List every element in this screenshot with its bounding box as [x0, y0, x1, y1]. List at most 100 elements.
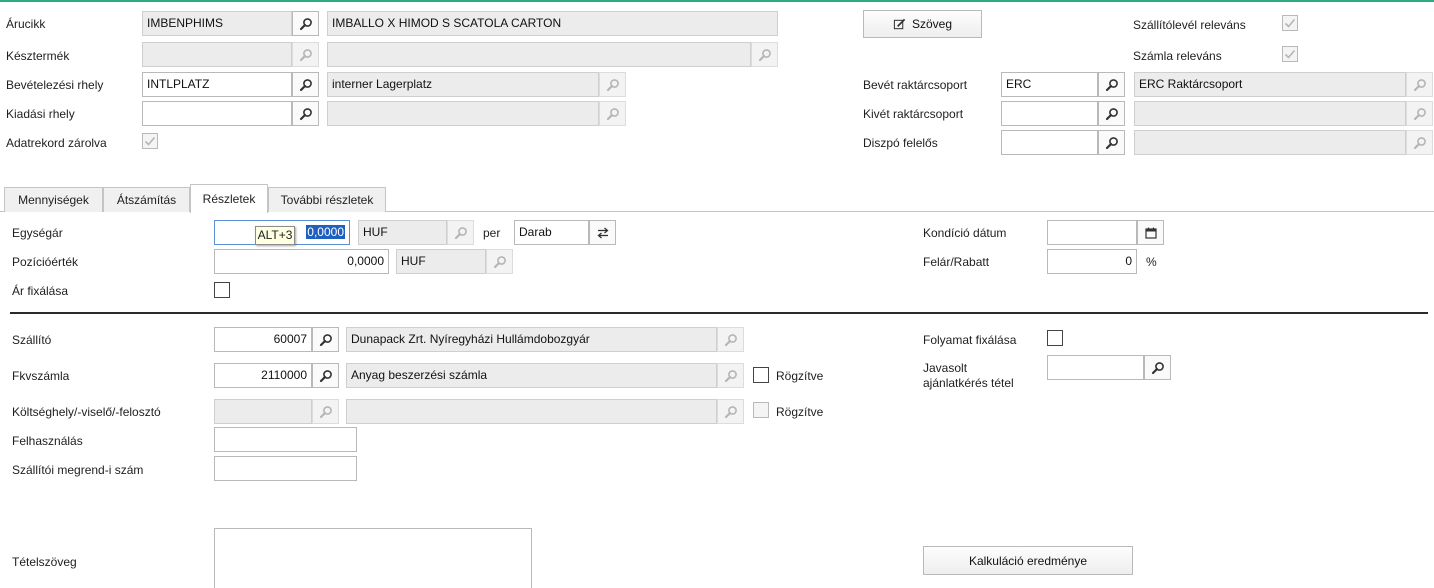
shortcut-tooltip: ALT+3 [255, 226, 295, 245]
koltseghely-desc-lookup-button[interactable] [717, 399, 744, 424]
tab-tovabbi-reszletek[interactable]: További részletek [268, 187, 386, 212]
top-accent-line [0, 0, 1434, 2]
fkvszamla-desc-lookup-button[interactable] [717, 363, 744, 388]
magnifier-icon [1413, 78, 1427, 92]
szallito-desc-field[interactable]: Dunapack Zrt. Nyíregyházi Hullámdobozgyá… [346, 327, 717, 352]
label-felar-rabatt: Felár/Rabatt [923, 255, 990, 269]
kiad-hely-desc-lookup-button[interactable] [599, 101, 626, 126]
magnifier-icon [1151, 361, 1165, 375]
bev-hely-code-field[interactable]: INTLPLATZ [142, 72, 292, 97]
szallito-desc-lookup-button[interactable] [717, 327, 744, 352]
koltseghely-code-field[interactable] [214, 399, 312, 424]
koltseghely-lookup-button[interactable] [312, 399, 339, 424]
checkmark-icon [1284, 48, 1296, 60]
label-fkvszamla-rogzitve: Rögzítve [776, 369, 824, 383]
javasolt-ajanlatkeres-lookup-button[interactable] [1144, 355, 1171, 380]
szallito-lookup-button[interactable] [312, 327, 339, 352]
kiad-hely-desc-field[interactable] [327, 101, 599, 126]
felhasznalas-field[interactable] [214, 427, 357, 452]
bevet-csop-desc-lookup-button[interactable] [1406, 72, 1433, 97]
fkvszamla-desc-field[interactable]: Anyag beszerzési számla [346, 363, 717, 388]
szallito-code-field[interactable]: 60007 [214, 327, 312, 352]
swap-icon [596, 226, 610, 240]
magnifier-icon [758, 48, 772, 62]
kesztermek-lookup-button[interactable] [292, 42, 319, 67]
tab-atszamitas[interactable]: Átszámítás [103, 187, 190, 212]
kalkulacio-button-label: Kalkuláció eredménye [968, 553, 1088, 568]
szoveg-button[interactable]: Szöveg [863, 10, 982, 38]
magnifier-icon [1105, 136, 1119, 150]
dispo-lookup-button[interactable] [1098, 130, 1125, 155]
koltseghely-desc-field[interactable] [346, 399, 717, 424]
szallitolevel-relevans-checkbox[interactable] [1282, 15, 1298, 31]
egysegar-currency-field[interactable]: HUF [358, 220, 447, 245]
felar-rabatt-field[interactable]: 0 [1047, 249, 1137, 274]
magnifier-icon [606, 78, 620, 92]
label-bevetelezesi-rhely: Bevételezési rhely [6, 78, 104, 92]
kivet-csop-code-field[interactable] [1001, 101, 1098, 126]
javasolt-ajanlatkeres-field[interactable] [1047, 355, 1144, 380]
label-kondicio-datum: Kondíció dátum [923, 226, 1007, 240]
adatrekord-zarolva-checkbox[interactable] [142, 133, 158, 149]
label-arucikk: Árucikk [6, 17, 46, 31]
tab-reszletek[interactable]: Részletek [190, 184, 268, 213]
magnifier-icon [319, 333, 333, 347]
szamla-relevans-checkbox[interactable] [1282, 46, 1298, 62]
label-pozicioertek: Pozícióérték [12, 255, 79, 269]
magnifier-icon [1413, 107, 1427, 121]
pencil-icon [893, 18, 906, 31]
label-szamla-relevans: Számla releváns [1133, 49, 1222, 63]
dispo-desc-lookup-button[interactable] [1406, 130, 1433, 155]
kivet-csop-desc-field[interactable] [1134, 101, 1406, 126]
label-javasolt: Javasolt [923, 361, 968, 375]
label-egysegar: Egységár [12, 226, 63, 240]
kondicio-datum-field[interactable] [1047, 220, 1137, 245]
checkmark-icon [144, 135, 156, 147]
koltseghely-rogzitve-checkbox[interactable] [753, 402, 769, 418]
kivet-csop-lookup-button[interactable] [1098, 101, 1125, 126]
fkvszamla-lookup-button[interactable] [312, 363, 339, 388]
magnifier-icon [299, 78, 313, 92]
ar-fixalasa-checkbox[interactable] [214, 282, 230, 298]
fkvszamla-rogzitve-checkbox[interactable] [753, 367, 769, 383]
label-kivet-raktarcsoport: Kivét raktárcsoport [863, 107, 964, 121]
pozicioertek-currency-field[interactable]: HUF [396, 249, 486, 274]
kiad-hely-code-field[interactable] [142, 101, 292, 126]
arucikk-code-field[interactable]: IMBENPHIMS [142, 11, 292, 36]
egysegar-unit-swap-button[interactable] [589, 220, 616, 245]
kalkulacio-eredmenye-button[interactable]: Kalkuláció eredménye [923, 546, 1133, 575]
label-dispo-felelos: Diszpó felelős [863, 136, 938, 150]
label-adatrekord-zarolva: Adatrekord zárolva [6, 136, 107, 150]
bev-hely-desc-field[interactable]: interner Lagerplatz [327, 72, 599, 97]
label-kiadasi-rhely: Kiadási rhely [6, 107, 75, 121]
tetelszoveg-textarea[interactable] [214, 528, 532, 588]
pozicioertek-field[interactable]: 0,0000 [214, 249, 389, 274]
section-separator [10, 312, 1428, 314]
fkvszamla-code-field[interactable]: 2110000 [214, 363, 312, 388]
tab-mennyisegek[interactable]: Mennyiségek [4, 187, 103, 212]
dispo-code-field[interactable] [1001, 130, 1098, 155]
bevet-csop-desc-field[interactable]: ERC Raktárcsoport [1134, 72, 1406, 97]
bev-hely-lookup-button[interactable] [292, 72, 319, 97]
kesztermek-desc-lookup-button[interactable] [751, 42, 778, 67]
folyamat-fixalasa-checkbox[interactable] [1047, 330, 1063, 346]
label-bevet-raktarcsoport: Bevét raktárcsoport [863, 78, 968, 92]
egysegar-unit-field[interactable]: Darab [514, 220, 589, 245]
kivet-csop-desc-lookup-button[interactable] [1406, 101, 1433, 126]
kesztermek-desc-field[interactable] [327, 42, 751, 67]
magnifier-icon [299, 17, 313, 31]
label-ajanlatkeres-tetel: ajánlatkérés tétel [923, 376, 1014, 390]
arucikk-desc-field[interactable]: IMBALLO X HIMOD S SCATOLA CARTON [327, 11, 778, 36]
pozicioertek-currency-lookup-button[interactable] [486, 249, 513, 274]
kesztermek-code-field[interactable] [142, 42, 292, 67]
bevet-csop-lookup-button[interactable] [1098, 72, 1125, 97]
label-koltseghely-rogzitve: Rögzítve [776, 405, 824, 419]
egysegar-currency-lookup-button[interactable] [447, 220, 474, 245]
kondicio-datum-calendar-button[interactable] [1137, 220, 1164, 245]
bev-hely-desc-lookup-button[interactable] [599, 72, 626, 97]
arucikk-lookup-button[interactable] [292, 11, 319, 36]
dispo-desc-field[interactable] [1134, 130, 1406, 155]
kiad-hely-lookup-button[interactable] [292, 101, 319, 126]
bevet-csop-code-field[interactable]: ERC [1001, 72, 1098, 97]
szallitoi-megrend-szam-field[interactable] [214, 456, 357, 481]
